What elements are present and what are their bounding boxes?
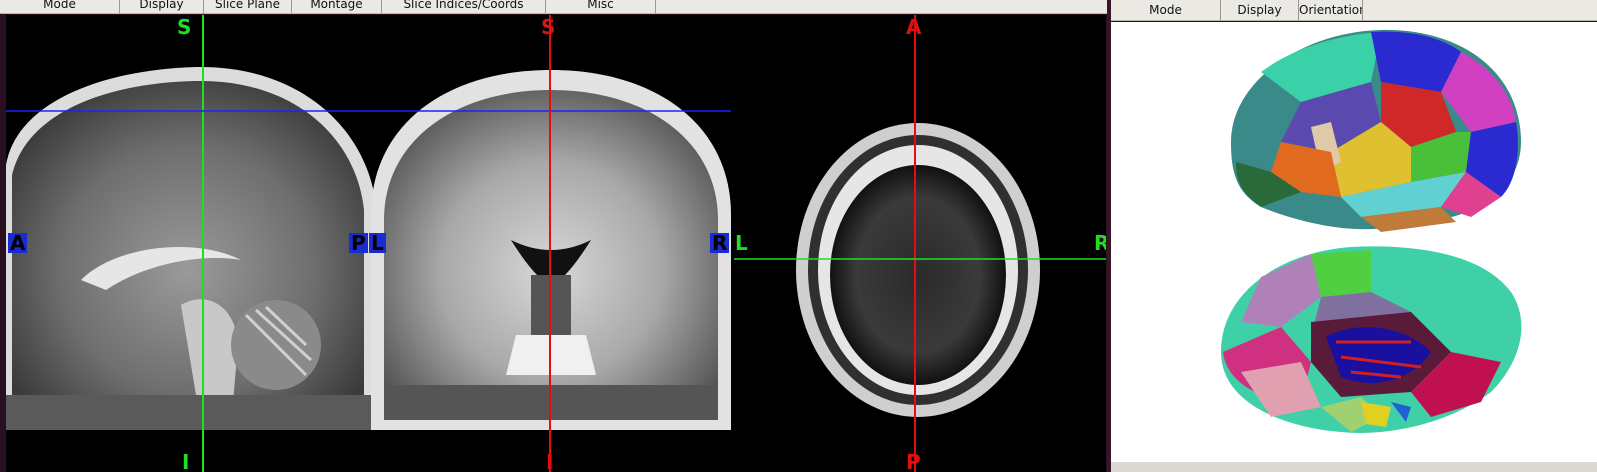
tab-mode[interactable]: Mode <box>0 0 120 13</box>
tab-surface-display[interactable]: Display <box>1221 0 1299 21</box>
axial-label-left: L <box>735 231 748 255</box>
tab-slice-indices-coords[interactable]: Slice Indices/Coords <box>382 0 546 13</box>
sagittal-label-bottom: I <box>182 450 190 472</box>
tab-surface-mode[interactable]: Mode <box>1111 0 1221 21</box>
surface-viewer[interactable] <box>1111 22 1597 462</box>
tab-display[interactable]: Display <box>120 0 204 13</box>
coronal-label-top: S <box>541 15 556 39</box>
tab-misc[interactable]: Misc <box>546 0 656 13</box>
coronal-label-bottom: I <box>546 450 554 472</box>
slice-images <box>6 15 1106 472</box>
volume-viewer[interactable]: S I A A P S I L R A P L R <box>6 15 1106 472</box>
surface-toolbar: Mode Display Orientation <box>1111 0 1597 21</box>
surface-status-strip <box>1111 462 1597 472</box>
sagittal-label-top: S <box>177 15 192 39</box>
sagittal-label-right: P <box>349 231 368 255</box>
medial-hemisphere <box>1221 246 1522 433</box>
lateral-hemisphere <box>1231 29 1521 232</box>
axial-label-top: A <box>906 15 922 39</box>
tab-surface-orientation[interactable]: Orientation <box>1299 0 1363 21</box>
coronal-label-left: L <box>369 231 386 255</box>
tab-montage[interactable]: Montage <box>292 0 382 13</box>
cortical-surfaces <box>1221 29 1522 433</box>
tab-slice-plane[interactable]: Slice Plane <box>204 0 292 13</box>
volume-toolbar: Mode Display Slice Plane Montage Slice I… <box>0 0 1107 14</box>
coronal-label-right: R <box>710 231 730 255</box>
sagittal-slice <box>6 66 376 431</box>
axial-label-right: R <box>1094 231 1106 255</box>
axial-label-bottom: P <box>906 450 921 472</box>
sagittal-label-left: A <box>10 231 26 255</box>
axial-slice <box>796 123 1040 417</box>
